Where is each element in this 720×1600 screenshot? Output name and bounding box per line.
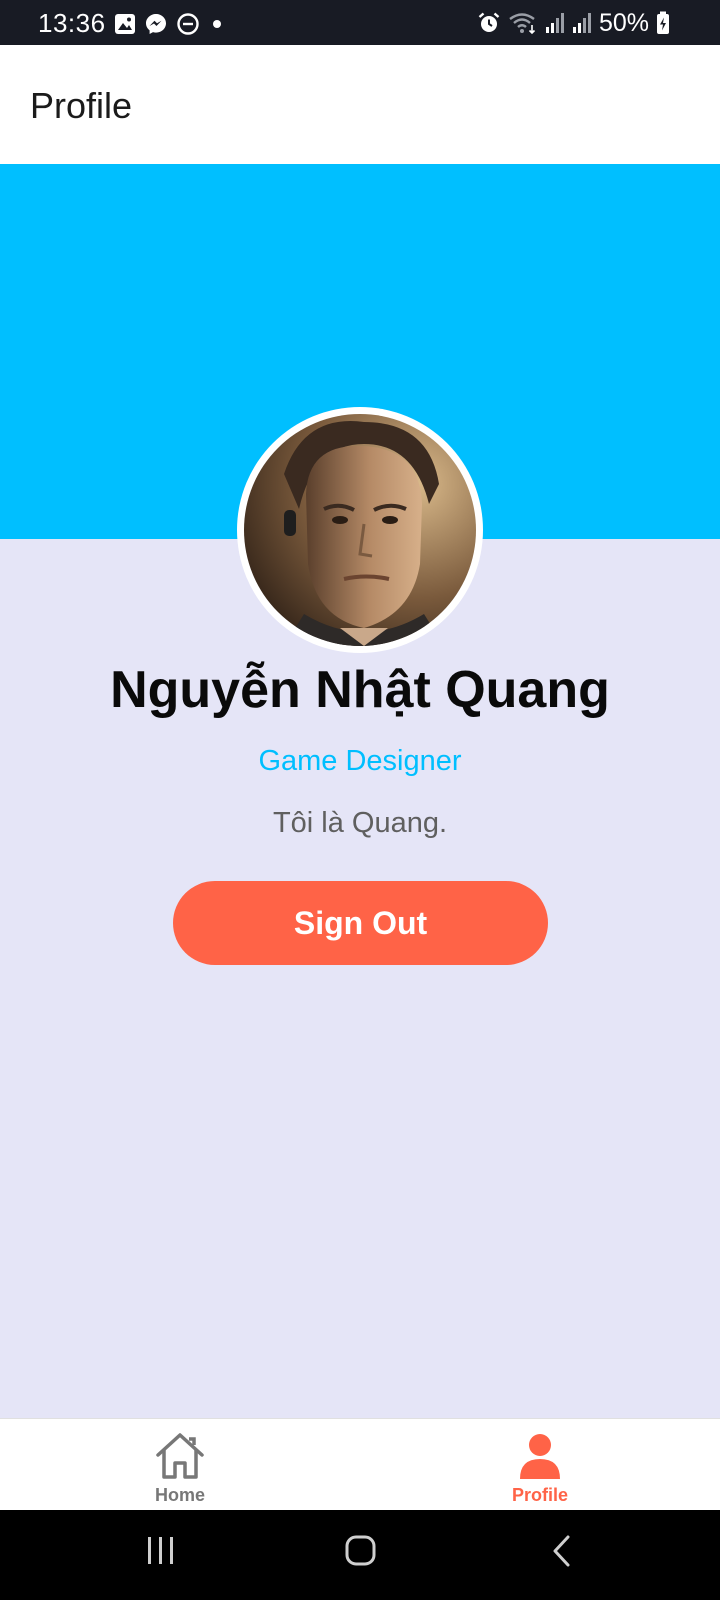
tab-home[interactable]: Home (0, 1419, 360, 1511)
status-bar: 13:36 50% (0, 0, 720, 45)
profile-job-title: Game Designer (258, 745, 462, 777)
home-icon (156, 1433, 204, 1479)
page-title: Profile (30, 85, 133, 126)
battery-percentage: 50% (598, 8, 649, 37)
bottom-tab-bar: Home Profile (0, 1418, 720, 1511)
status-time: 13:36 (38, 8, 106, 38)
battery-icon (657, 11, 669, 34)
do-not-disturb-icon (177, 13, 199, 35)
dot-icon (213, 20, 221, 28)
image-icon (115, 14, 135, 34)
system-navigation-bar (0, 1510, 720, 1600)
wifi-icon (509, 13, 536, 35)
signal-icon (572, 13, 591, 33)
profile-bio: Tôi là Quang. (272, 807, 448, 839)
alarm-icon (478, 12, 500, 32)
tab-profile-label: Profile (511, 1485, 568, 1505)
avatar (237, 407, 483, 653)
sign-out-button[interactable]: Sign Out (173, 881, 548, 965)
status-notification-icons (114, 12, 226, 36)
home-circle-icon[interactable] (345, 1534, 377, 1568)
status-system-icons: 50% (477, 8, 670, 38)
tab-home-label: Home (154, 1485, 205, 1505)
profile-name: Nguyễn Nhật Quang (110, 661, 610, 719)
messenger-icon (146, 14, 166, 34)
app-bar: Profile (0, 45, 720, 164)
tab-profile[interactable]: Profile (360, 1419, 720, 1511)
person-icon (520, 1434, 560, 1479)
recent-apps-icon[interactable] (146, 1534, 176, 1568)
signal-icon (545, 13, 564, 33)
back-icon[interactable] (550, 1534, 574, 1568)
avatar-photo (244, 414, 476, 646)
